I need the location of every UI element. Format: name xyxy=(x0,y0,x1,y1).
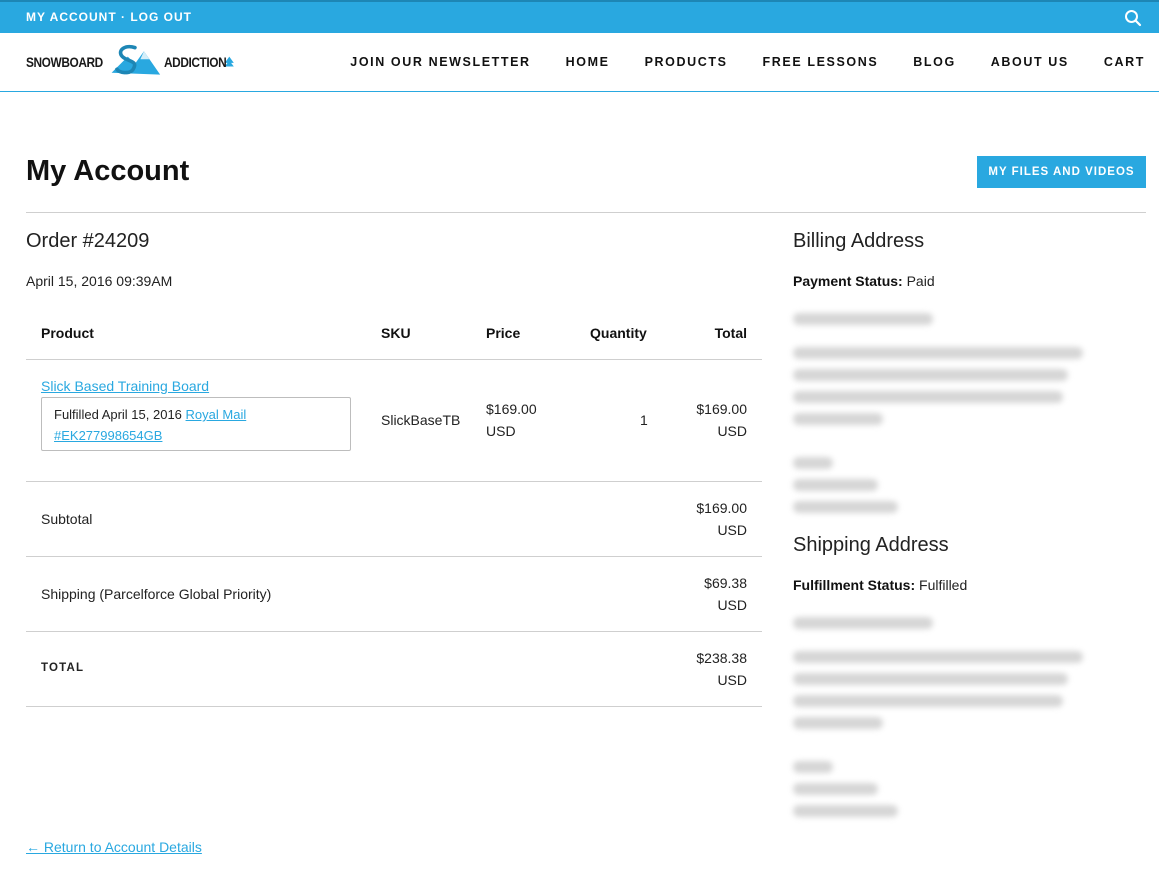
fulfillment-status-label: Fulfillment Status: xyxy=(793,577,916,593)
nav-products[interactable]: PRODUCTS xyxy=(645,55,728,69)
logo-sa-mark-icon xyxy=(111,44,161,75)
nav-newsletter[interactable]: JOIN OUR NEWSLETTER xyxy=(350,55,530,69)
logo-word-snowboard: SNOWBOARD xyxy=(26,54,103,70)
order-title: Order #24209 xyxy=(26,230,150,252)
shipping-postcode-redacted xyxy=(793,761,833,773)
billing-country-redacted xyxy=(793,479,878,491)
account-links[interactable]: MY ACCOUNT · LOG OUT xyxy=(26,10,192,24)
nav-about-us[interactable]: ABOUT US xyxy=(991,55,1069,69)
item-price-amount: $169.00 xyxy=(486,401,537,417)
payment-status: Payment Status: Paid xyxy=(793,273,935,289)
total-value: $238.38 USD xyxy=(696,647,747,691)
shipping-value: $69.38 USD xyxy=(704,572,747,616)
item-quantity: 1 xyxy=(640,412,648,428)
total-amount: $238.38 xyxy=(696,650,747,666)
my-files-and-videos-button[interactable]: MY FILES AND VIDEOS xyxy=(977,156,1146,188)
nav-cart[interactable]: CART xyxy=(1104,55,1145,69)
tracking-link[interactable]: #EK277998654GB xyxy=(54,428,162,443)
shipping-divider xyxy=(26,631,762,632)
return-to-account-details-link[interactable]: ← Return to Account Details xyxy=(26,839,202,855)
shipping-label: Shipping (Parcelforce Global Priority) xyxy=(41,586,272,602)
nav-home[interactable]: HOME xyxy=(566,55,610,69)
fulfillment-status-value: Fulfilled xyxy=(919,577,968,593)
product-link[interactable]: Slick Based Training Board xyxy=(41,375,209,397)
billing-name-redacted xyxy=(793,313,933,325)
billing-street-redacted xyxy=(793,391,1063,403)
item-total: $169.00 USD xyxy=(696,398,747,442)
total-divider xyxy=(26,706,762,707)
billing-phone-redacted xyxy=(793,501,898,513)
billing-address-heading: Billing Address xyxy=(793,230,925,252)
nav-blog[interactable]: BLOG xyxy=(913,55,956,69)
shipping-currency: USD xyxy=(717,597,747,613)
item-total-currency: USD xyxy=(717,423,747,439)
search-icon[interactable] xyxy=(1124,9,1142,27)
fulfillment-box: Fulfilled April 15, 2016 Royal Mail #EK2… xyxy=(41,397,351,451)
subtotal-divider xyxy=(26,556,762,557)
item-price: $169.00 USD xyxy=(486,398,537,442)
shipping-name-redacted xyxy=(793,617,933,629)
column-header-price: Price xyxy=(486,325,521,341)
item-divider xyxy=(26,481,762,482)
item-sku: SlickBaseTB xyxy=(381,412,461,428)
total-currency: USD xyxy=(717,672,747,688)
subtotal-amount: $169.00 xyxy=(696,500,747,516)
item-total-amount: $169.00 xyxy=(696,401,747,417)
column-header-quantity: Quantity xyxy=(590,325,647,341)
billing-street-redacted xyxy=(793,347,1083,359)
subtotal-value: $169.00 USD xyxy=(696,497,747,541)
column-header-sku: SKU xyxy=(381,325,411,341)
logo-word-addiction: ADDICTION xyxy=(164,54,227,70)
order-date: April 15, 2016 09:39AM xyxy=(26,273,173,289)
payment-status-value: Paid xyxy=(906,273,935,289)
billing-postcode-redacted xyxy=(793,457,833,469)
fulfillment-status: Fulfillment Status: Fulfilled xyxy=(793,577,967,593)
site-logo[interactable]: SNOWBOARD ADDICTION xyxy=(26,40,236,84)
top-utility-bar: MY ACCOUNT · LOG OUT xyxy=(0,0,1159,33)
shipping-amount: $69.38 xyxy=(704,575,747,591)
nav-free-lessons[interactable]: FREE LESSONS xyxy=(763,55,879,69)
carrier-link[interactable]: Royal Mail xyxy=(186,407,247,422)
fulfilled-text: Fulfilled April 15, 2016 xyxy=(54,407,182,422)
subtotal-label: Subtotal xyxy=(41,511,93,527)
shipping-address-heading: Shipping Address xyxy=(793,534,949,556)
billing-street-redacted xyxy=(793,369,1068,381)
billing-city-redacted xyxy=(793,413,883,425)
column-header-total: Total xyxy=(714,325,747,341)
column-header-product: Product xyxy=(41,325,94,341)
main-nav: JOIN OUR NEWSLETTER HOME PRODUCTS FREE L… xyxy=(350,55,1145,69)
shipping-street-redacted xyxy=(793,695,1063,707)
total-label: TOTAL xyxy=(41,662,85,674)
shipping-street-redacted xyxy=(793,651,1083,663)
title-divider xyxy=(26,212,1146,213)
shipping-street-redacted xyxy=(793,673,1068,685)
item-price-currency: USD xyxy=(486,423,516,439)
shipping-city-redacted xyxy=(793,717,883,729)
shipping-country-redacted xyxy=(793,783,878,795)
payment-status-label: Payment Status: xyxy=(793,273,903,289)
subtotal-currency: USD xyxy=(717,522,747,538)
page-title: My Account xyxy=(26,155,190,187)
shipping-phone-redacted xyxy=(793,805,898,817)
site-header: SNOWBOARD ADDICTION JOIN OUR NEWSLETTER … xyxy=(0,33,1159,92)
